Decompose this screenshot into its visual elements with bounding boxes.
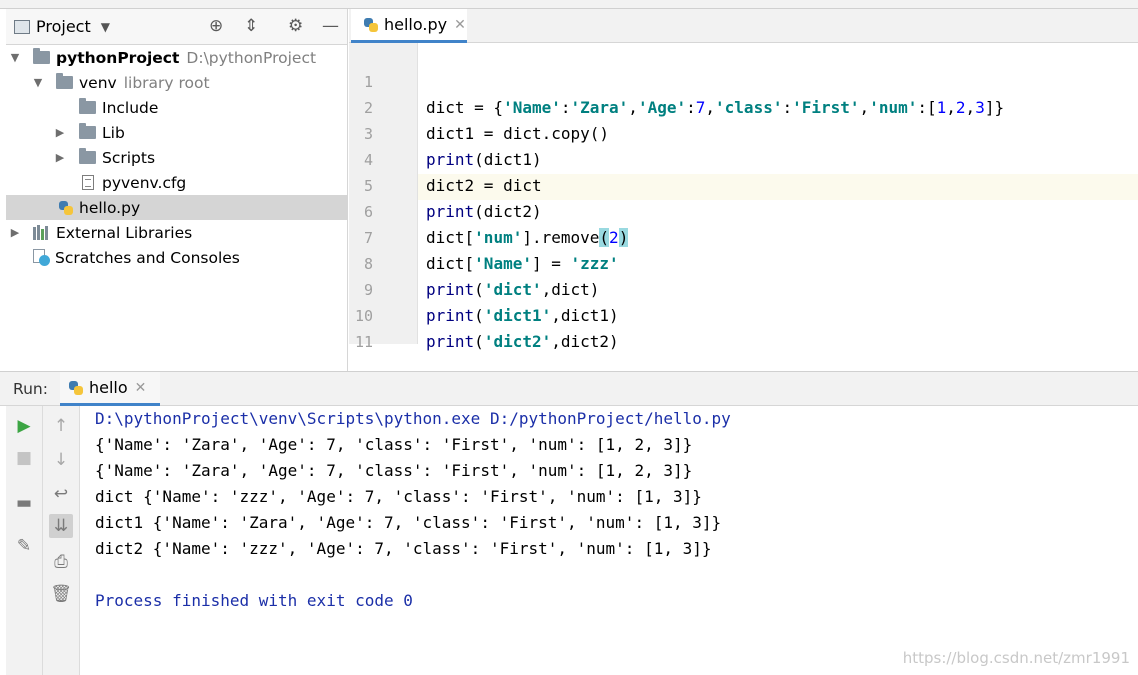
- folder-icon: [79, 148, 96, 164]
- tree-item-pythonproject[interactable]: ▼ pythonProject D:\pythonProject: [6, 45, 348, 70]
- folder-icon: [33, 48, 50, 64]
- tab-label: hello.py: [384, 15, 448, 34]
- chevron-down-icon: ▼: [100, 19, 110, 34]
- run-label: Run:: [13, 380, 48, 398]
- tree-item-label: venv: [79, 73, 117, 92]
- gear-icon[interactable]: ⚙: [288, 17, 303, 35]
- project-title: Project: [36, 17, 91, 36]
- code-line: 4 dict2 = dict: [349, 121, 1138, 195]
- scratches-icon: [33, 249, 51, 266]
- layout-icon[interactable]: ▬: [12, 491, 36, 515]
- run-toolbar-primary: ▶ ■ ▬ ✎: [6, 406, 43, 675]
- console-line: dict {'Name': 'zzz', 'Age': 7, 'class': …: [95, 487, 702, 506]
- project-toolbar: Project ▼ ⊕ ⇕ ⚙ —: [6, 9, 347, 45]
- locate-icon[interactable]: ⊕: [209, 17, 223, 35]
- collapsed-arrow-icon[interactable]: ▶: [54, 126, 66, 139]
- libraries-icon: [33, 225, 50, 240]
- tree-item-label: External Libraries: [56, 223, 193, 242]
- tab-hello-py[interactable]: hello.py ✕: [351, 9, 467, 43]
- code-line: 5 print(dict2): [349, 147, 1138, 221]
- tree-item-path: D:\pythonProject: [186, 48, 317, 67]
- code-editor: hello.py ✕ 1 dict = {'Name':'Zara','Age'…: [349, 9, 1138, 351]
- python-file-icon: [58, 200, 74, 216]
- minimize-icon[interactable]: —: [322, 17, 339, 35]
- tree-item-label: pythonProject: [56, 48, 180, 67]
- code-line: 1 dict = {'Name':'Zara','Age':7,'class':…: [349, 43, 1138, 117]
- console-line: dict2 {'Name': 'zzz', 'Age': 7, 'class':…: [95, 539, 712, 558]
- stop-icon[interactable]: ■: [12, 446, 36, 470]
- code-line: 12: [349, 329, 1138, 344]
- expanded-arrow-icon[interactable]: ▼: [32, 76, 44, 89]
- code-line: 6 dict['num'].remove(2): [349, 173, 1138, 247]
- rerun-icon[interactable]: ▶: [12, 414, 36, 438]
- project-panel: Project ▼ ⊕ ⇕ ⚙ — ▼ pythonProject D:\pyt…: [6, 9, 348, 371]
- close-icon[interactable]: ✕: [454, 17, 466, 33]
- up-arrow-icon[interactable]: ↑: [49, 414, 73, 438]
- tree-item-hint: library root: [123, 73, 210, 92]
- tree-item-hello-py[interactable]: hello.py: [6, 195, 348, 220]
- tree-item-label: Include: [102, 98, 159, 117]
- collapsed-arrow-icon[interactable]: ▶: [54, 151, 66, 164]
- code-line: 9 print('dict1',dict1): [349, 251, 1138, 325]
- tree-item-label: hello.py: [79, 198, 141, 217]
- console-line: D:\pythonProject\venv\Scripts\python.exe…: [95, 409, 731, 428]
- code-line: 10 print('dict2',dict2): [349, 277, 1138, 351]
- collapsed-arrow-icon[interactable]: ▶: [9, 226, 21, 239]
- console-line: {'Name': 'Zara', 'Age': 7, 'class': 'Fir…: [95, 435, 693, 454]
- run-toolbar-secondary: ↑ ↓ ↩ ⇊ ⎙ 🗑: [43, 406, 80, 675]
- console-line: {'Name': 'Zara', 'Age': 7, 'class': 'Fir…: [95, 461, 693, 480]
- close-icon[interactable]: ✕: [135, 380, 147, 396]
- text-file-icon: [82, 175, 94, 190]
- run-tab-label: hello: [89, 378, 128, 397]
- tree-item-label: Scratches and Consoles: [55, 248, 240, 267]
- project-icon: [14, 19, 30, 34]
- editor-tab-bar: hello.py ✕: [349, 9, 1138, 43]
- tree-item-label: Lib: [102, 123, 125, 142]
- tab-run-hello[interactable]: hello ✕: [60, 372, 160, 406]
- scroll-to-end-icon[interactable]: ⇊: [49, 514, 73, 538]
- collapse-all-icon[interactable]: ⇕: [244, 17, 258, 35]
- console-line: Process finished with exit code 0: [95, 591, 413, 610]
- code-line: 7 dict['Name'] = 'zzz': [349, 199, 1138, 273]
- code-line: 3 print(dict1): [349, 95, 1138, 169]
- code-line: 8 print('dict',dict): [349, 225, 1138, 299]
- code-line: 11: [349, 303, 1138, 351]
- code-line: 2 dict1 = dict.copy(): [349, 69, 1138, 143]
- tree-item-scratches[interactable]: Scratches and Consoles: [6, 245, 348, 270]
- tree-item-venv[interactable]: ▼ venv library root: [6, 70, 348, 95]
- tree-item-scripts[interactable]: ▶ Scripts: [6, 145, 348, 170]
- pin-icon[interactable]: ✎: [12, 534, 36, 558]
- down-arrow-icon[interactable]: ↓: [49, 448, 73, 472]
- project-view-selector[interactable]: Project ▼: [14, 17, 110, 36]
- expanded-arrow-icon[interactable]: ▼: [9, 51, 21, 64]
- folder-icon: [79, 98, 96, 114]
- window-top-strip: [0, 0, 1138, 9]
- folder-icon: [79, 123, 96, 139]
- tree-item-include[interactable]: Include: [6, 95, 348, 120]
- watermark: https://blog.csdn.net/zmr1991: [902, 649, 1130, 667]
- tree-item-external-libraries[interactable]: ▶ External Libraries: [6, 220, 348, 245]
- tree-item-label: pyvenv.cfg: [102, 173, 187, 192]
- print-icon[interactable]: ⎙: [49, 550, 73, 574]
- tree-item-lib[interactable]: ▶ Lib: [6, 120, 348, 145]
- python-icon: [68, 380, 84, 396]
- folder-icon: [56, 73, 73, 89]
- python-file-icon: [363, 17, 379, 33]
- tree-item-label: Scripts: [102, 148, 156, 167]
- soft-wrap-icon[interactable]: ↩: [49, 482, 73, 506]
- run-tool-window-header: Run: hello ✕: [0, 372, 1138, 406]
- console-line: dict1 {'Name': 'Zara', 'Age': 7, 'class'…: [95, 513, 722, 532]
- trash-icon[interactable]: 🗑: [49, 582, 73, 606]
- tree-item-pyvenv-cfg[interactable]: pyvenv.cfg: [6, 170, 348, 195]
